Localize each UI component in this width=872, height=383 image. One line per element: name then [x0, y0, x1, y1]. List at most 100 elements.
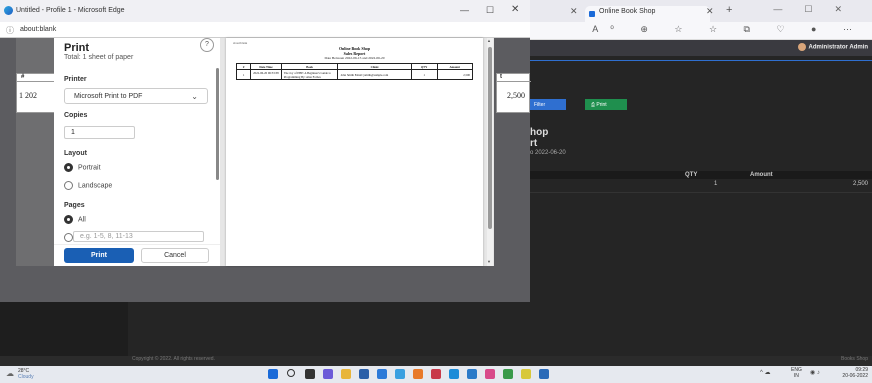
radio-icon: [64, 233, 73, 242]
favicon-icon: [589, 11, 595, 17]
lang-line2: IN: [793, 373, 799, 379]
app-icon[interactable]: [539, 369, 549, 379]
page-table-cell: 1 202: [19, 91, 37, 100]
window-controls[interactable]: —☐✕: [773, 4, 864, 15]
printer-value: Microsoft Print to PDF: [74, 93, 143, 100]
weather-condition: Cloudy: [18, 374, 34, 380]
minimize-button[interactable]: —: [460, 5, 469, 15]
radio-selected-icon: [64, 163, 73, 172]
help-icon[interactable]: ?: [200, 38, 214, 52]
cell-datetime: 2022-06-20 06:53:38: [250, 69, 282, 80]
chat-icon[interactable]: [323, 369, 333, 379]
preview-scrollbar-thumb[interactable]: [488, 47, 492, 229]
tab-online-book-shop[interactable]: Online Book Shop: [585, 6, 710, 22]
pages-all-radio[interactable]: All: [64, 215, 86, 224]
edge-icon[interactable]: [449, 369, 459, 379]
filter-button[interactable]: Filter: [530, 99, 566, 110]
close-button[interactable]: ✕: [511, 4, 519, 15]
address-bar[interactable]: [0, 22, 530, 38]
print-label: Print: [596, 102, 607, 108]
copies-label: Copies: [64, 112, 88, 119]
tab-close-icon[interactable]: ✕: [706, 6, 714, 17]
print-action-bar: Print Cancel: [54, 244, 220, 266]
app-icon[interactable]: [521, 369, 531, 379]
admin-menu[interactable]: Administrator Admin: [797, 43, 868, 51]
layout-portrait-radio[interactable]: Portrait: [64, 163, 101, 172]
tray-icons[interactable]: ^ ☁: [760, 369, 770, 376]
report-date: o 2022-06-20: [530, 150, 566, 156]
weather-widget[interactable]: 28°C Cloudy: [18, 368, 34, 380]
table-header: QTY Amount: [530, 171, 872, 179]
preview-header-url: about:blank: [233, 41, 248, 45]
search-icon[interactable]: [287, 369, 295, 377]
footer-copyright: Copyright © 2022. All rights reserved.: [132, 356, 215, 362]
preview-page: about:blank Online Book Shop Sales Repor…: [226, 38, 483, 266]
divider: [530, 60, 872, 61]
panel-scrollbar[interactable]: [216, 68, 219, 180]
app-icon[interactable]: [395, 369, 405, 379]
printer-label: Printer: [64, 76, 87, 83]
store-icon[interactable]: [359, 369, 369, 379]
chrome-icon[interactable]: [503, 369, 513, 379]
page-table-cell: 2,500: [507, 91, 525, 100]
file-explorer-icon[interactable]: [341, 369, 351, 379]
tab-close-icon[interactable]: ✕: [570, 6, 578, 17]
app-icon[interactable]: [485, 369, 495, 379]
table-row: 1 2022-06-20 06:53:38 The Joy of PHP: A …: [235, 69, 474, 80]
cell-client: John Smith Email: jsmith@sample.com: [337, 69, 412, 80]
report-title: hop rt: [530, 127, 548, 149]
radio-selected-icon: [64, 215, 73, 224]
print-heading: Print: [64, 42, 90, 54]
scroll-down-icon[interactable]: ▼: [487, 259, 491, 264]
cell-qty: 1: [714, 181, 718, 187]
preview-date-range: Date Between 2022-06-15 and 2022-06-20: [324, 56, 385, 60]
cancel-button[interactable]: Cancel: [141, 248, 209, 263]
cell-num: 1: [235, 69, 252, 80]
report-title-line2: rt: [530, 138, 538, 149]
layout-landscape-radio[interactable]: Landscape: [64, 181, 112, 190]
print-button-bg[interactable]: ⎙ Print: [585, 99, 627, 110]
page-table-header: #: [17, 74, 57, 82]
page-table-right: t 2,500: [496, 73, 531, 113]
cell-qty: 1: [410, 69, 438, 80]
print-settings-panel: Print Total: 1 sheet of paper ? Printer …: [54, 38, 220, 266]
chevron-down-icon: ⌄: [191, 92, 198, 101]
table-row: 1 2,500: [530, 179, 872, 193]
vscode-icon[interactable]: [467, 369, 477, 379]
edge-logo-icon: [4, 6, 13, 15]
app-icon[interactable]: [413, 369, 423, 379]
preview-table: # Date Time Book Client QTY Amount 1 202…: [235, 63, 474, 80]
col-qty: QTY: [685, 172, 698, 178]
page-table-left: # 1 202: [16, 73, 58, 113]
admin-label: Administrator Admin: [808, 44, 868, 51]
app-icon[interactable]: [431, 369, 441, 379]
start-icon[interactable]: [268, 369, 278, 379]
toolbar-icons[interactable]: A⁰ ⊕ ☆ ☆ ⧉ ♡ ● ⋯: [592, 24, 864, 35]
pages-label: Pages: [64, 202, 85, 209]
system-tray-icons[interactable]: ◉ ♪: [810, 369, 820, 376]
layout-label: Layout: [64, 150, 87, 157]
page-table-header: t: [497, 74, 531, 82]
task-view-icon[interactable]: [305, 369, 315, 379]
all-label: All: [78, 216, 86, 224]
weather-icon[interactable]: ☁: [6, 369, 14, 378]
landscape-label: Landscape: [78, 182, 113, 190]
window-title: Untitled - Profile 1 - Microsoft Edge: [16, 7, 125, 14]
footer-right: Books Shop: [841, 356, 868, 362]
new-tab-icon[interactable]: +: [726, 4, 732, 16]
url-text[interactable]: about:blank: [20, 26, 56, 33]
page-range-input[interactable]: e.g. 1-5, 8, 11-13: [73, 231, 204, 242]
col-amount: Amount: [750, 172, 773, 178]
copies-input[interactable]: 1: [64, 126, 135, 139]
printer-select[interactable]: Microsoft Print to PDF ⌄: [64, 88, 208, 104]
scroll-up-icon[interactable]: ▲: [487, 38, 491, 43]
tab-title: Online Book Shop: [599, 8, 656, 15]
sheet-count: Total: 1 sheet of paper: [64, 54, 134, 61]
info-icon[interactable]: ⓘ: [6, 25, 14, 36]
maximize-button[interactable]: ☐: [486, 5, 494, 16]
clock[interactable]: 09:29 20-06-2022: [842, 367, 868, 379]
language-indicator[interactable]: ENG IN: [791, 367, 802, 379]
print-button[interactable]: Print: [64, 248, 134, 263]
app-icon[interactable]: [377, 369, 387, 379]
avatar: [797, 43, 806, 51]
